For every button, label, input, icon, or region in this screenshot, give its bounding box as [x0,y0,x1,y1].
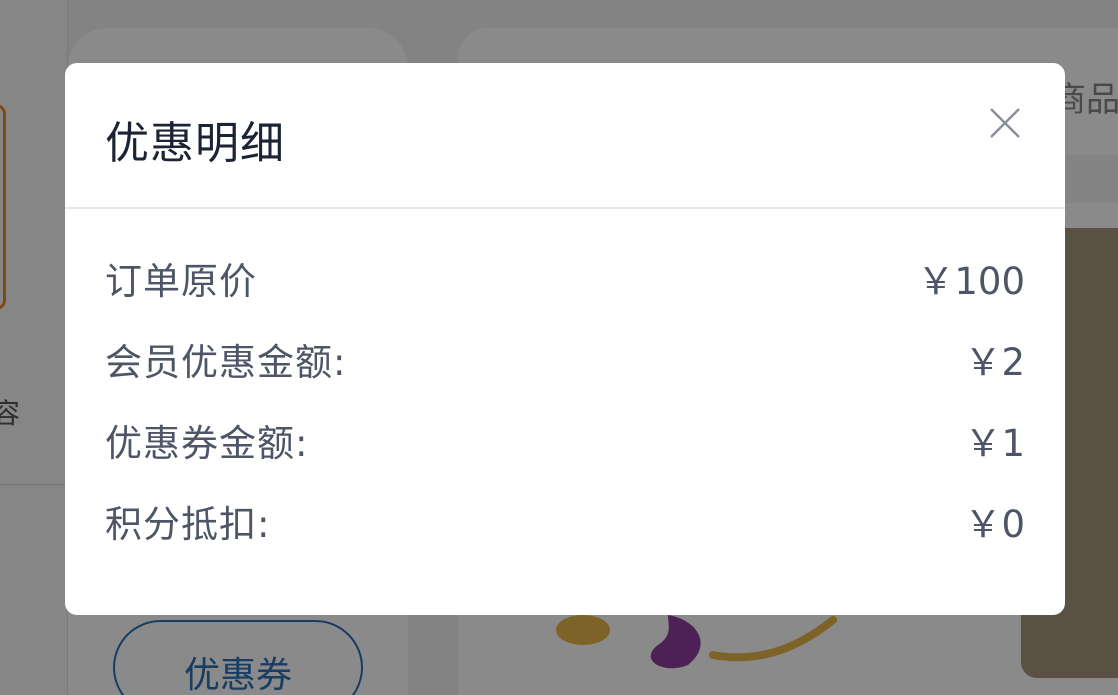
dialog-header: 优惠明细 [65,63,1065,209]
discount-detail-dialog: 优惠明细 订单原价 ￥100 会员优惠金额: ￥2 优惠券金额: ￥1 积分抵扣… [65,63,1065,615]
row-label: 订单原价 [105,259,257,303]
row-label: 会员优惠金额: [105,340,347,384]
close-button[interactable] [985,103,1025,143]
close-icon [990,108,1020,138]
coupon-discount-row: 优惠券金额: ￥1 [65,399,1065,480]
row-label: 积分抵扣: [105,502,271,546]
row-value: ￥0 [964,502,1025,546]
row-value: ￥2 [964,340,1025,384]
order-original-price-row: 订单原价 ￥100 [65,237,1065,318]
member-discount-row: 会员优惠金额: ￥2 [65,318,1065,399]
row-value: ￥100 [917,259,1025,303]
dialog-body: 订单原价 ￥100 会员优惠金额: ￥2 优惠券金额: ￥1 积分抵扣: ￥0 [65,209,1065,561]
dialog-title: 优惠明细 [105,118,285,169]
row-value: ￥1 [964,421,1025,465]
points-deduction-row: 积分抵扣: ￥0 [65,480,1065,561]
row-label: 优惠券金额: [105,421,309,465]
